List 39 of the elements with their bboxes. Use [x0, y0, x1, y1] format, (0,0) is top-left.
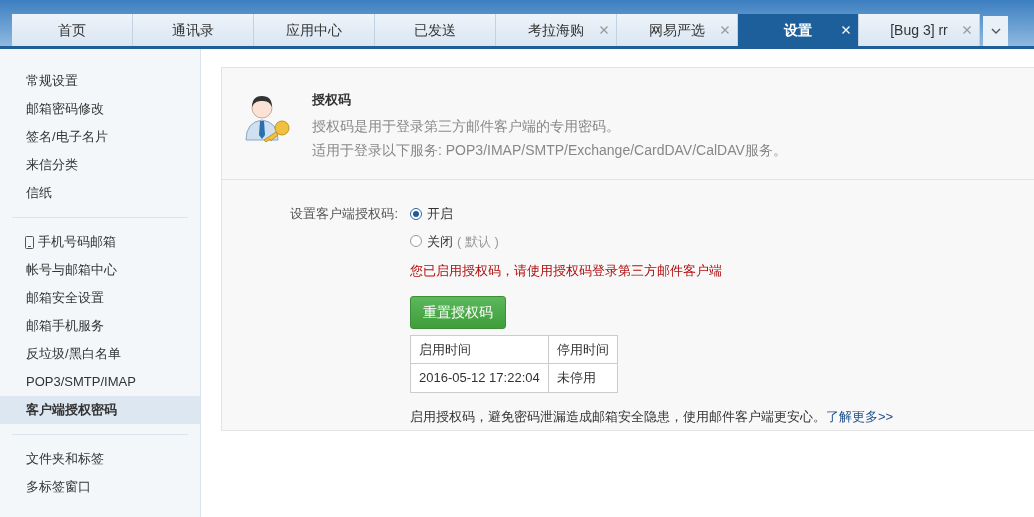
- sidebar-item[interactable]: 信纸: [0, 179, 200, 207]
- radio-button[interactable]: [410, 235, 422, 248]
- tab[interactable]: 网易严选: [617, 14, 738, 46]
- sidebar-item[interactable]: 文件夹和标签: [0, 445, 200, 473]
- intro-title: 授权码: [312, 91, 352, 109]
- caret-icon[interactable]: [990, 28, 1001, 34]
- field-label: 设置客户端授权码:: [289, 205, 399, 223]
- column-header: 启用时间: [410, 335, 549, 364]
- status-message: 您已启用授权码，请使用授权码登录第三方邮件客户端: [410, 262, 723, 280]
- sidebar-item[interactable]: 邮箱手机服务: [0, 312, 200, 340]
- intro-text: 授权码是用于登录第三方邮件客户端的专用密码。: [312, 116, 621, 136]
- tab[interactable]: 应用中心: [254, 14, 375, 46]
- sidebar-item[interactable]: 多标签窗口: [0, 473, 200, 501]
- tab[interactable]: 通讯录: [133, 14, 254, 46]
- tab[interactable]: 首页: [12, 14, 133, 46]
- phone-icon: [25, 235, 34, 249]
- radio-option[interactable]: 开启: [410, 204, 894, 224]
- radio-option[interactable]: 关闭 ( 默认 ): [410, 231, 894, 251]
- column-header: 停用时间: [548, 335, 618, 364]
- sidebar-item[interactable]: 邮箱安全设置: [0, 284, 200, 312]
- tab[interactable]: [Bug 3] rr: [859, 14, 980, 46]
- tab[interactable]: 考拉海购: [496, 14, 617, 46]
- table-cell: 未停用: [548, 363, 618, 392]
- sidebar-item[interactable]: 客户端授权密码: [0, 396, 200, 424]
- sidebar-item[interactable]: 反垃圾/黑白名单: [0, 340, 200, 368]
- sidebar-item[interactable]: 邮箱密码修改: [0, 95, 200, 123]
- sidebar-item[interactable]: 手机号码邮箱: [38, 232, 116, 252]
- footer-note: 启用授权码，避免密码泄漏造成邮箱安全隐患，使用邮件客户端更安心。: [410, 408, 826, 424]
- sidebar-item[interactable]: 签名/电子名片: [0, 123, 200, 151]
- table-cell: 2016-05-12 17:22:04: [410, 363, 549, 392]
- radio-button[interactable]: [410, 207, 422, 220]
- learn-more-link[interactable]: 了解更多>>: [826, 408, 894, 424]
- sidebar-item[interactable]: 帐号与邮箱中心: [0, 256, 200, 284]
- intro-text: 适用于登录以下服务: POP3/IMAP/SMTP/Exchange/CardDAV/CalDAV服务。: [312, 140, 787, 160]
- sidebar-item[interactable]: POP3/SMTP/IMAP: [0, 368, 200, 396]
- sidebar-item[interactable]: 来信分类: [0, 151, 200, 179]
- tab[interactable]: 已发送: [375, 14, 496, 46]
- tab[interactable]: 设置: [738, 14, 859, 46]
- sidebar-item[interactable]: 常规设置: [0, 67, 200, 95]
